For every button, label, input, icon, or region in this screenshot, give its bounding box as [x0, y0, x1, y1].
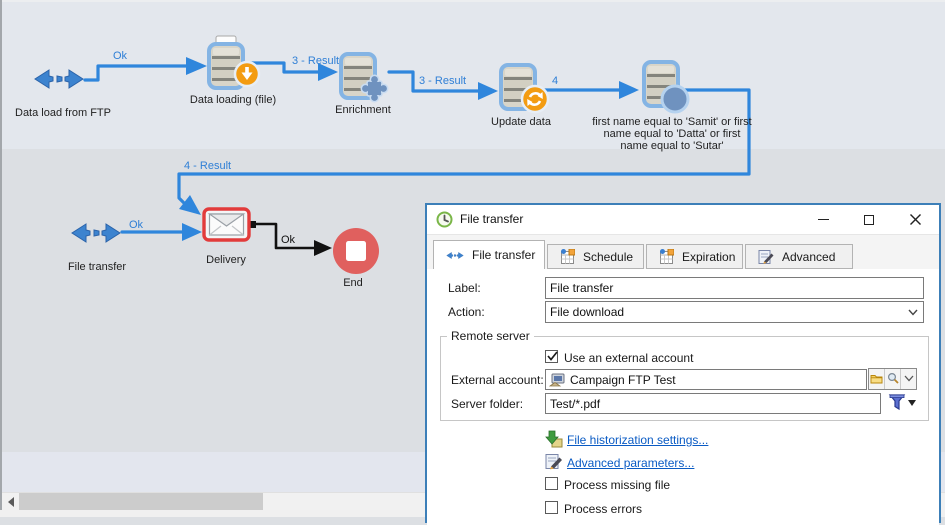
label-field-caption: Label: — [448, 281, 481, 295]
update-data-node-icon[interactable] — [499, 63, 555, 121]
maximize-button[interactable] — [853, 205, 885, 234]
advanced-parameters-icon — [545, 454, 562, 470]
close-button[interactable] — [899, 205, 931, 234]
query-node-icon[interactable] — [642, 60, 698, 118]
calendar-icon — [561, 249, 575, 264]
tab-advanced[interactable]: Advanced — [745, 244, 853, 269]
action-select[interactable]: File download — [545, 301, 924, 323]
computer-account-icon — [549, 373, 565, 386]
node-file-transfer[interactable]: File transfer — [47, 261, 147, 273]
dialog-title: File transfer — [460, 212, 524, 226]
tab-label: File transfer — [472, 248, 536, 262]
process-errors-label: Process errors — [564, 502, 643, 516]
account-dropdown-button[interactable] — [901, 369, 916, 387]
node-end[interactable]: End — [303, 277, 403, 289]
folder-icon — [870, 374, 883, 383]
delivery-node-icon[interactable] — [202, 207, 251, 242]
tab-expiration[interactable]: Expiration — [646, 244, 743, 269]
dialog-titlebar[interactable]: File transfer — [427, 205, 939, 235]
node-delivery[interactable]: Delivery — [176, 254, 276, 266]
envelope-icon — [207, 213, 246, 236]
external-account-caption: External account: — [451, 373, 544, 387]
process-missing-file-label: Process missing file — [564, 478, 671, 492]
close-icon — [909, 214, 921, 225]
minimize-icon — [817, 218, 829, 221]
dialog-tabstrip: File transfer Schedule Expiration Advanc… — [427, 235, 939, 269]
node-enrichment[interactable]: Enrichment — [313, 104, 413, 116]
document-pen-icon — [758, 250, 774, 264]
advanced-parameters-link[interactable]: Advanced parameters... — [567, 456, 694, 470]
external-account-field[interactable]: Campaign FTP Test — [545, 369, 867, 390]
filter-funnel-icon[interactable] — [888, 394, 906, 412]
label-input[interactable] — [545, 277, 924, 299]
magnifier-icon — [887, 372, 899, 384]
chevron-down-icon — [908, 309, 918, 316]
data-loading-node-icon[interactable] — [206, 34, 262, 92]
end-node-icon[interactable] — [332, 227, 380, 275]
process-missing-file-checkbox[interactable] — [545, 477, 558, 490]
historization-icon — [545, 430, 563, 448]
file-transfer-dialog: File transfer File transfer Schedule Exp… — [425, 203, 941, 525]
chevron-down-icon — [904, 375, 913, 382]
ftp-transfer-icon[interactable] — [33, 68, 85, 90]
action-field-caption: Action: — [448, 305, 485, 319]
remote-server-legend: Remote server — [447, 329, 534, 343]
tab-file-transfer[interactable]: File transfer — [433, 240, 545, 269]
external-account-value: Campaign FTP Test — [570, 372, 676, 387]
tab-schedule[interactable]: Schedule — [547, 244, 644, 269]
blue-circle-icon — [660, 84, 690, 114]
minimize-button[interactable] — [807, 205, 839, 234]
checkmark-icon — [547, 351, 558, 361]
external-account-buttons — [868, 368, 917, 390]
node-data-loading[interactable]: Data loading (file) — [173, 94, 293, 106]
server-folder-input[interactable] — [545, 393, 881, 414]
maximize-icon — [864, 214, 874, 225]
tab-label: Schedule — [583, 249, 634, 264]
dialog-body: Label: Action: File download Remote serv… — [427, 269, 939, 525]
tab-label: Expiration — [682, 249, 736, 264]
use-external-account-checkbox[interactable] — [545, 350, 558, 363]
tab-label: Advanced — [782, 249, 836, 264]
search-account-button[interactable] — [885, 369, 900, 387]
node-update-data[interactable]: Update data — [471, 116, 571, 128]
folder-browse-button[interactable] — [869, 369, 884, 387]
server-folder-caption: Server folder: — [451, 397, 524, 411]
node-data-load-ftp[interactable]: Data load from FTP — [3, 107, 123, 119]
refresh-icon — [520, 84, 550, 114]
ftp-transfer-icon — [446, 251, 464, 260]
filter-dropdown-icon[interactable] — [908, 400, 917, 407]
file-historization-settings-link[interactable]: File historization settings... — [567, 433, 708, 447]
node-query[interactable]: first name equal to 'Samit' or first nam… — [592, 116, 752, 152]
action-selected-value: File download — [550, 305, 625, 319]
enrichment-node-icon[interactable] — [339, 50, 395, 110]
process-errors-checkbox[interactable] — [545, 501, 558, 514]
use-external-account-label: Use an external account — [564, 351, 694, 365]
calendar-icon — [660, 249, 674, 264]
ftp-transfer-icon[interactable] — [70, 222, 122, 244]
activity-icon — [436, 211, 453, 228]
